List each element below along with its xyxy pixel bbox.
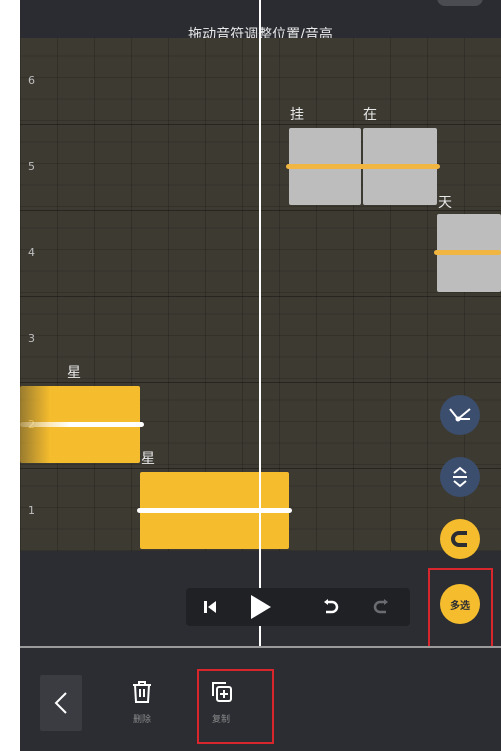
pitch-curve xyxy=(20,422,144,427)
note-lyric: 星 xyxy=(67,365,81,381)
pitch-label: 6 xyxy=(28,74,35,87)
redo-icon xyxy=(373,599,388,614)
delete-button[interactable]: 删除 xyxy=(117,680,167,725)
play-button[interactable] xyxy=(236,588,284,626)
skip-back-icon xyxy=(204,601,216,613)
multi-select-highlight xyxy=(428,568,493,648)
back-button[interactable] xyxy=(40,675,82,731)
vertical-stretch-icon xyxy=(453,466,467,488)
pitch-curve xyxy=(137,508,292,513)
pitch-label: 3 xyxy=(28,332,35,345)
transport-bar xyxy=(186,588,410,626)
note-lyric: 挂 xyxy=(290,107,304,123)
curve-tool-button[interactable] xyxy=(440,395,480,435)
skip-back-button[interactable] xyxy=(186,588,234,626)
note-lyric: 星 xyxy=(141,451,155,467)
redo-button[interactable] xyxy=(358,588,406,626)
pitch-label: 4 xyxy=(28,246,35,259)
play-icon xyxy=(251,595,271,619)
pitch-curve xyxy=(434,250,501,255)
divider xyxy=(20,646,501,648)
pitch-label: 1 xyxy=(28,504,35,517)
back-chevron-icon xyxy=(54,692,67,714)
app-screen: 拖动音符调整位置/音高 6 5 4 3 2 1 挂 在 天 星 星 xyxy=(20,0,501,751)
curve-tool-icon xyxy=(449,408,471,422)
trash-icon xyxy=(133,681,151,703)
vertical-stretch-button[interactable] xyxy=(440,457,480,497)
delete-label: 删除 xyxy=(132,715,151,725)
pitch-curve xyxy=(286,164,440,169)
note-lyric: 天 xyxy=(438,195,452,211)
pitch-label: 5 xyxy=(28,160,35,173)
undo-icon xyxy=(324,599,339,614)
copy-highlight xyxy=(197,669,274,744)
top-button[interactable] xyxy=(437,0,483,6)
magnet-icon xyxy=(451,531,467,547)
magnet-button[interactable] xyxy=(440,519,480,559)
note-lyric: 在 xyxy=(363,107,377,123)
playhead[interactable] xyxy=(259,0,261,648)
undo-button[interactable] xyxy=(306,588,354,626)
